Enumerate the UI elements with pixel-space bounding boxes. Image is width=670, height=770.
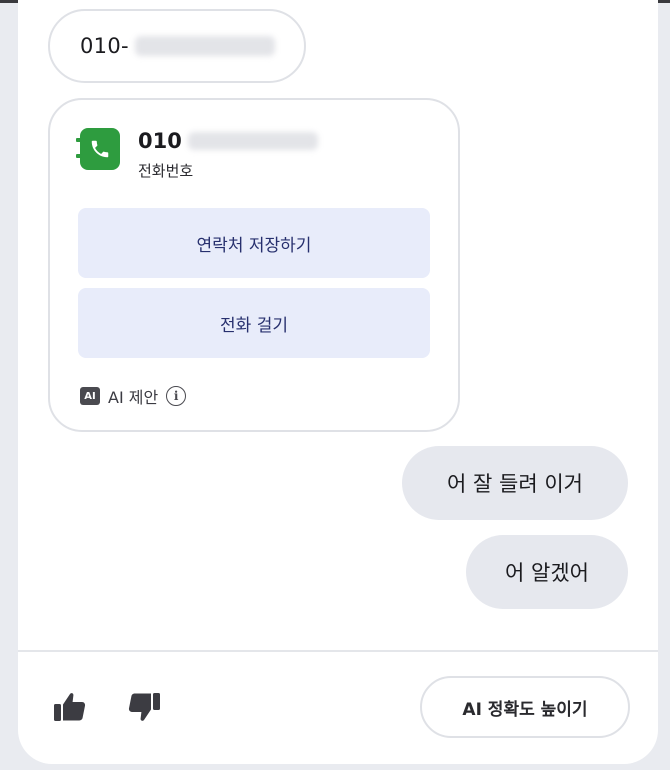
redacted-phone-number xyxy=(134,36,275,56)
footer-divider xyxy=(18,650,658,652)
thumbs-up-icon[interactable] xyxy=(52,690,88,724)
ai-suggestion-row: AI AI 제안 i xyxy=(80,384,187,408)
phone-book-icon xyxy=(76,128,120,170)
call-button[interactable]: 전화 걸기 xyxy=(78,288,430,358)
outgoing-message-bubble: 어 잘 들려 이거 xyxy=(402,446,628,520)
contact-number-prefix: 010 xyxy=(138,129,182,153)
save-contact-button[interactable]: 연락처 저장하기 xyxy=(78,208,430,278)
outgoing-message-bubble: 어 알겠어 xyxy=(466,535,628,609)
contact-card: 010 전화번호 연락처 저장하기 전화 걸기 AI AI 제안 i xyxy=(48,98,460,432)
chat-panel: 010- 010 전화번호 연락처 저장하기 전화 걸기 AI AI 제안 i xyxy=(18,0,658,764)
thumbs-down-icon[interactable] xyxy=(126,690,162,724)
contact-phone-number: 010 xyxy=(138,128,318,154)
ai-suggestion-label: AI 제안 xyxy=(108,388,159,407)
incoming-message-bubble: 010- xyxy=(48,9,306,83)
contact-subtitle: 전화번호 xyxy=(138,162,194,180)
info-icon[interactable]: i xyxy=(166,386,187,406)
incoming-message-text: 010- xyxy=(80,34,129,58)
redacted-contact-number xyxy=(187,132,318,150)
contact-card-header: 010 전화번호 xyxy=(76,128,318,181)
ai-badge-icon: AI xyxy=(80,387,100,405)
improve-ai-accuracy-button[interactable]: AI 정확도 높이기 xyxy=(420,676,630,738)
